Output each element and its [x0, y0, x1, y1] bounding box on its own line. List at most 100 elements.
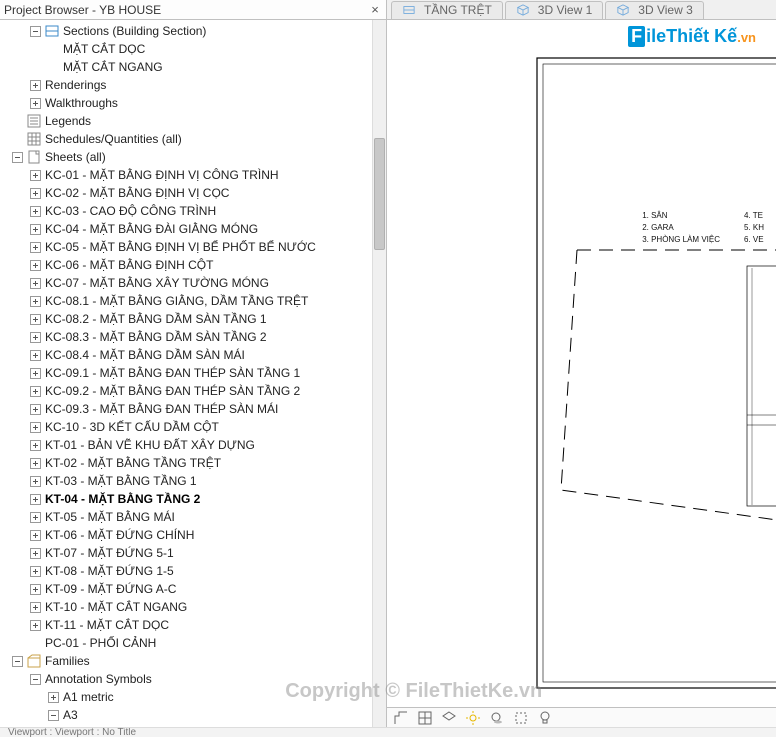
tree-item-label: KC-08.1 - MẶT BẰNG GIẰNG, DẦM TẦNG TRỆT: [45, 294, 308, 308]
close-icon[interactable]: ×: [368, 3, 382, 17]
tree-item[interactable]: KT-04 - MẶT BẰNG TẦNG 2: [0, 490, 386, 508]
tree-item[interactable]: KT-01 - BẢN VẼ KHU ĐẤT XÂY DỰNG: [0, 436, 386, 454]
expand-icon[interactable]: [30, 386, 41, 397]
expand-icon[interactable]: [30, 530, 41, 541]
tab-label: 3D View 1: [538, 3, 592, 17]
expand-icon[interactable]: [30, 548, 41, 559]
crop-icon[interactable]: [513, 710, 529, 726]
tree-item[interactable]: KC-08.1 - MẶT BẰNG GIẰNG, DẦM TẦNG TRỆT: [0, 292, 386, 310]
expand-icon[interactable]: [30, 494, 41, 505]
collapse-icon[interactable]: [12, 656, 23, 667]
tree-item[interactable]: KC-05 - MẶT BẰNG ĐỊNH VỊ BỂ PHỐT BỂ NƯỚC: [0, 238, 386, 256]
panel-header: Project Browser - YB HOUSE ×: [0, 0, 386, 20]
expand-icon[interactable]: [30, 512, 41, 523]
expand-icon[interactable]: [30, 98, 41, 109]
tree-item[interactable]: KT-05 - MẶT BẰNG MÁI: [0, 508, 386, 526]
collapse-icon[interactable]: [48, 710, 59, 721]
tree-item[interactable]: KC-06 - MẶT BẰNG ĐỊNH CỘT: [0, 256, 386, 274]
expand-icon[interactable]: [30, 296, 41, 307]
tree-item[interactable]: KC-08.2 - MẶT BẰNG DẦM SÀN TẦNG 1: [0, 310, 386, 328]
expand-icon[interactable]: [30, 206, 41, 217]
scale-icon[interactable]: [393, 710, 409, 726]
expand-icon[interactable]: [30, 224, 41, 235]
tree-item[interactable]: Renderings: [0, 76, 386, 94]
tree-item[interactable]: Walkthroughs: [0, 94, 386, 112]
expand-icon[interactable]: [30, 440, 41, 451]
tree-item-label: KC-05 - MẶT BẰNG ĐỊNH VỊ BỂ PHỐT BỂ NƯỚC: [45, 240, 316, 254]
tree-item[interactable]: KT-08 - MẶT ĐỨNG 1-5: [0, 562, 386, 580]
tree-item[interactable]: KC-03 - CAO ĐỘ CÔNG TRÌNH: [0, 202, 386, 220]
scrollbar[interactable]: [372, 20, 386, 727]
expand-icon[interactable]: [30, 620, 41, 631]
visual-style-icon[interactable]: [441, 710, 457, 726]
tree-item[interactable]: KC-10 - 3D KẾT CẤU DẦM CỘT: [0, 418, 386, 436]
tree-item[interactable]: KT-07 - MẶT ĐỨNG 5-1: [0, 544, 386, 562]
collapse-icon[interactable]: [12, 152, 23, 163]
drawing-legend: 1. SÂN 2. GARA 3. PHÒNG LÀM VIỆC 4. TE 5…: [642, 210, 764, 246]
tree-item[interactable]: KC-08.4 - MẶT BẰNG DẦM SÀN MÁI: [0, 346, 386, 364]
expand-icon[interactable]: [30, 314, 41, 325]
expand-icon[interactable]: [30, 368, 41, 379]
lightbulb-icon[interactable]: [537, 710, 553, 726]
expand-icon[interactable]: [30, 566, 41, 577]
sun-path-icon[interactable]: [465, 710, 481, 726]
tree-item-label: KC-02 - MẶT BẰNG ĐỊNH VỊ CỌC: [45, 186, 229, 200]
tree-item[interactable]: Sections (Building Section): [0, 22, 386, 40]
tree-item[interactable]: Schedules/Quantities (all): [0, 130, 386, 148]
tree-item-label: KT-11 - MẶT CẮT DỌC: [45, 618, 169, 632]
expand-icon[interactable]: [48, 692, 59, 703]
tree-item[interactable]: MẶT CẮT NGANG: [0, 58, 386, 76]
expand-icon[interactable]: [30, 188, 41, 199]
tree-item-label: KC-08.4 - MẶT BẰNG DẦM SÀN MÁI: [45, 348, 245, 362]
tab-3d-view-1[interactable]: 3D View 1: [505, 1, 603, 19]
shadows-icon[interactable]: [489, 710, 505, 726]
expand-icon[interactable]: [30, 80, 41, 91]
expand-icon[interactable]: [30, 278, 41, 289]
collapse-icon[interactable]: [30, 674, 41, 685]
tree-item[interactable]: KC-01 - MẶT BẰNG ĐỊNH VỊ CÔNG TRÌNH: [0, 166, 386, 184]
tree-item[interactable]: KC-09.1 - MẶT BẰNG ĐAN THÉP SÀN TẦNG 1: [0, 364, 386, 382]
tree-item[interactable]: KT-02 - MẶT BẰNG TẦNG TRỆT: [0, 454, 386, 472]
tree-item[interactable]: KC-09.2 - MẶT BẰNG ĐAN THÉP SÀN TẦNG 2: [0, 382, 386, 400]
tree-item[interactable]: KC-07 - MẶT BẰNG XÂY TƯỜNG MÓNG: [0, 274, 386, 292]
tree-item-label: KT-09 - MẶT ĐỨNG A-C: [45, 582, 176, 596]
collapse-icon[interactable]: [30, 26, 41, 37]
tree-item[interactable]: KC-08.3 - MẶT BẰNG DẦM SÀN TẦNG 2: [0, 328, 386, 346]
expand-icon[interactable]: [30, 422, 41, 433]
expand-icon[interactable]: [30, 350, 41, 361]
tree-item[interactable]: Families: [0, 652, 386, 670]
detail-level-icon[interactable]: [417, 710, 433, 726]
tree-item[interactable]: KC-09.3 - MẶT BẰNG ĐAN THÉP SÀN MÁI: [0, 400, 386, 418]
expand-icon[interactable]: [30, 584, 41, 595]
tree-item[interactable]: KT-06 - MẶT ĐỨNG CHÍNH: [0, 526, 386, 544]
expand-icon[interactable]: [30, 404, 41, 415]
tree-item[interactable]: Legends: [0, 112, 386, 130]
expand-icon[interactable]: [30, 170, 41, 181]
tab-tang-tret[interactable]: TẦNG TRỆT: [391, 1, 503, 19]
tree-item[interactable]: KT-03 - MẶT BẰNG TẦNG 1: [0, 472, 386, 490]
tree-item[interactable]: MẶT CẮT DỌC: [0, 40, 386, 58]
scrollbar-thumb[interactable]: [374, 138, 385, 250]
tree-item[interactable]: KC-04 - MẶT BẰNG ĐÀI GIẰNG MÓNG: [0, 220, 386, 238]
tree-item[interactable]: Sheets (all): [0, 148, 386, 166]
tree-item[interactable]: KC-02 - MẶT BẰNG ĐỊNH VỊ CỌC: [0, 184, 386, 202]
drawing-viewport[interactable]: FileThiết Kế.vn 1. SÂN 2. GARA 3. PHÒNG …: [387, 20, 776, 715]
tree-item-label: Annotation Symbols: [45, 672, 152, 686]
expand-icon[interactable]: [30, 242, 41, 253]
tab-3d-view-3[interactable]: 3D View 3: [605, 1, 703, 19]
tree-item[interactable]: A1 metric: [0, 688, 386, 706]
section-icon: [45, 24, 59, 38]
expand-icon[interactable]: [30, 260, 41, 271]
expand-icon[interactable]: [30, 332, 41, 343]
expand-icon[interactable]: [30, 602, 41, 613]
tree-item[interactable]: PC-01 - PHỐI CẢNH: [0, 634, 386, 652]
expand-icon[interactable]: [30, 458, 41, 469]
tree-item-label: KT-02 - MẶT BẰNG TẦNG TRỆT: [45, 456, 221, 470]
tree-item[interactable]: A3: [0, 706, 386, 724]
tree-item[interactable]: KT-10 - MẶT CẮT NGANG: [0, 598, 386, 616]
tree-item[interactable]: Annotation Symbols: [0, 670, 386, 688]
expand-icon[interactable]: [30, 476, 41, 487]
project-tree[interactable]: Sections (Building Section)MẶT CẮT DỌCMẶ…: [0, 20, 386, 727]
tree-item[interactable]: KT-11 - MẶT CẮT DỌC: [0, 616, 386, 634]
tree-item[interactable]: KT-09 - MẶT ĐỨNG A-C: [0, 580, 386, 598]
